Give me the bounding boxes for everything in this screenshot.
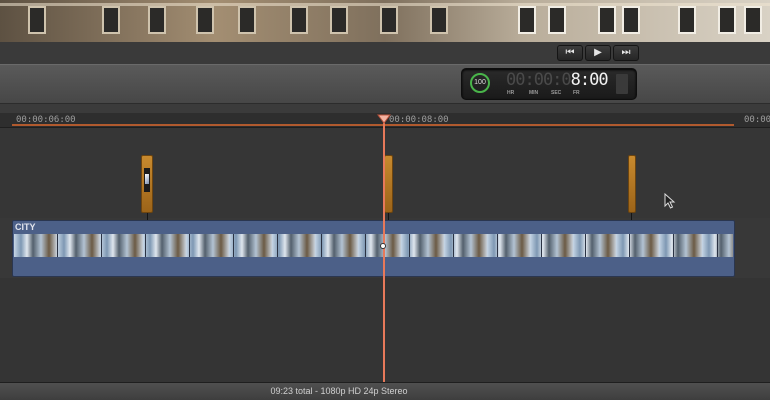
skip-back-icon: ⏮ <box>565 47 575 58</box>
skip-forward-button[interactable]: ⏭ <box>613 45 639 61</box>
clip-name: CITY <box>15 222 36 232</box>
toolbar: 100 00:00:08:00 HR MIN SEC FR <box>0 64 770 104</box>
divider <box>0 104 770 113</box>
status-bar: 09:23 total - 1080p HD 24p Stereo <box>0 382 770 400</box>
unit-min: MIN <box>529 90 539 96</box>
range-line <box>12 124 734 126</box>
zoom-badge: 100 <box>470 73 490 93</box>
primary-clip[interactable]: CITY <box>12 220 735 277</box>
project-summary: 09:23 total - 1080p HD 24p Stereo <box>270 386 408 396</box>
unit-hr: HR <box>507 90 515 96</box>
timecode-dim: 00:00:0 <box>506 70 572 90</box>
transport-bar: ⏮ ▶ ⏭ <box>0 42 770 65</box>
mouse-pointer-icon <box>664 193 676 209</box>
play-icon: ▶ <box>594 47 602 58</box>
connected-clip-marker[interactable] <box>141 155 153 213</box>
play-button[interactable]: ▶ <box>585 45 611 61</box>
connected-clip-marker[interactable] <box>628 155 636 213</box>
app-window: ⏮ ▶ ⏭ 100 00:00:08:00 HR MIN SEC FR 00:0… <box>0 0 770 400</box>
clip-filmstrip <box>14 234 733 257</box>
unit-fr: FR <box>573 90 580 96</box>
timecode-display[interactable]: 00:00:08:00 <box>506 70 609 90</box>
timecode-dashboard[interactable]: 100 00:00:08:00 HR MIN SEC FR <box>461 68 637 100</box>
audio-meter <box>616 74 628 94</box>
connected-clip-marker[interactable] <box>384 155 393 213</box>
video-viewer[interactable] <box>0 0 770 42</box>
skimmer-dot <box>380 243 386 249</box>
unit-sec: SEC <box>551 90 562 96</box>
playhead-icon[interactable] <box>377 114 391 124</box>
skip-back-button[interactable]: ⏮ <box>557 45 583 61</box>
timecode-lit: 8:00 <box>570 70 609 90</box>
skip-forward-icon: ⏭ <box>621 47 631 58</box>
clip-thumbnail <box>144 168 150 192</box>
playhead[interactable] <box>383 118 385 382</box>
ruler-label: 00:00 <box>744 115 770 125</box>
